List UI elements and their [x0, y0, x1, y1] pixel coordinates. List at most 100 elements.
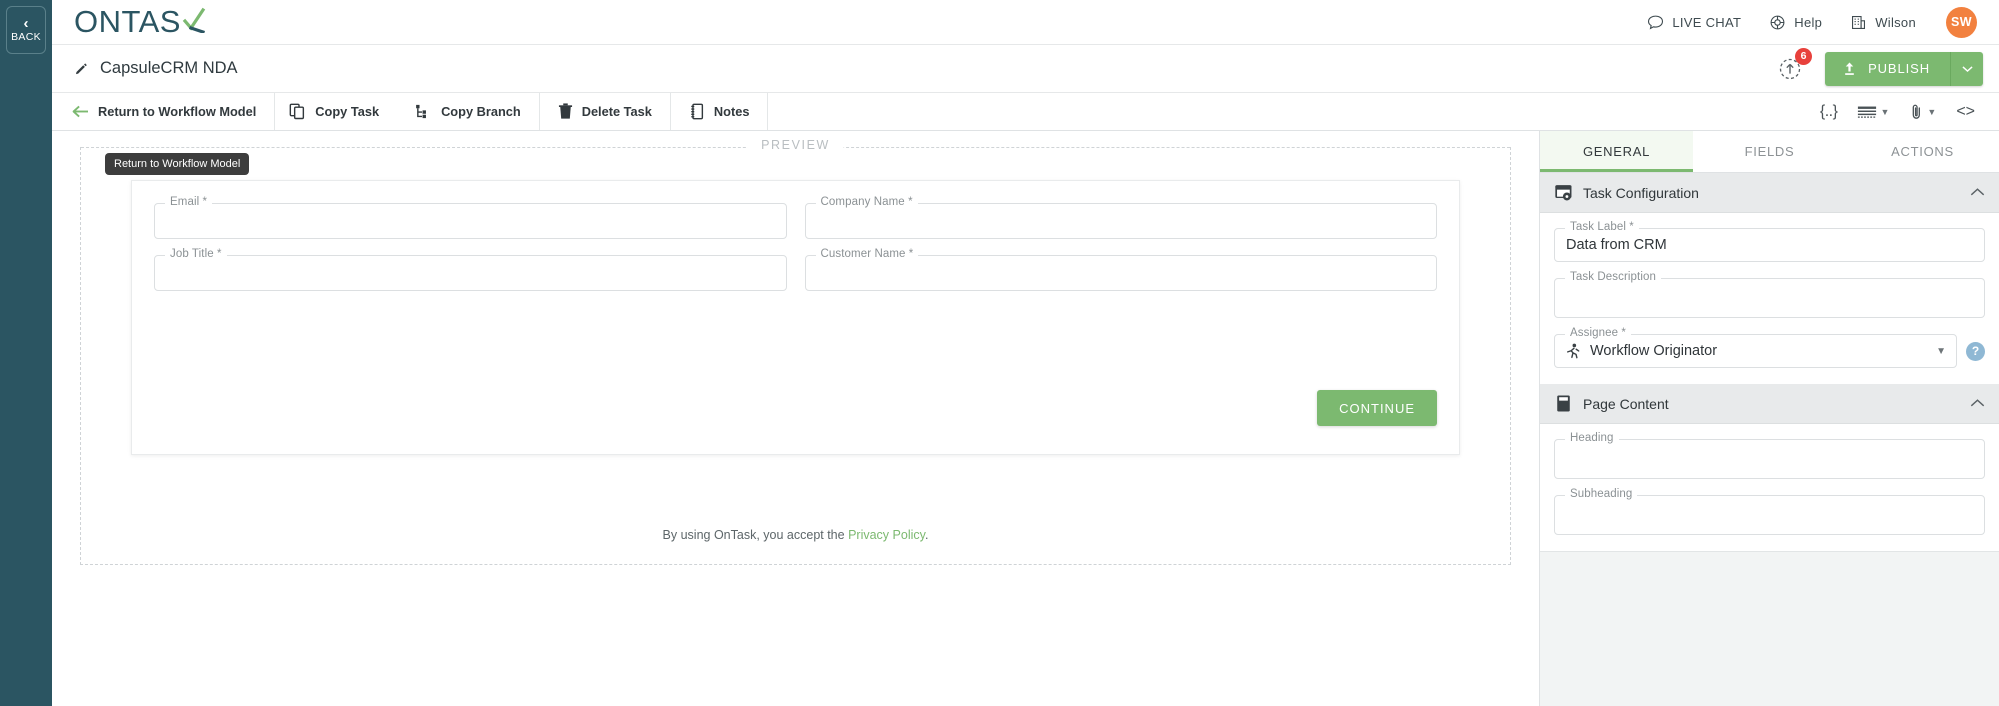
copy-icon	[289, 103, 306, 120]
branch-icon	[415, 103, 432, 120]
publish-label: PUBLISH	[1868, 61, 1930, 76]
assignee-help-icon[interactable]: ?	[1966, 341, 1985, 361]
chevron-up-icon[interactable]	[1970, 186, 1985, 200]
paperclip-icon	[1909, 103, 1924, 121]
heading-input[interactable]	[1554, 439, 1985, 479]
live-chat-label: LIVE CHAT	[1672, 14, 1742, 30]
assignee-field[interactable]: Workflow Originator ▼ Assignee *	[1554, 327, 1957, 368]
publish-dropdown-caret[interactable]	[1950, 51, 1983, 86]
tab-fields[interactable]: FIELDS	[1693, 131, 1846, 172]
chevron-down-icon	[1961, 65, 1973, 72]
code-view-button[interactable]: <>	[1948, 93, 1983, 130]
json-braces-icon[interactable]: {..}	[1812, 93, 1846, 130]
page-content-header[interactable]: Page Content	[1540, 384, 1999, 424]
preview-form-right-column: Company Name * Customer Name *	[804, 196, 1437, 291]
job-title-field[interactable]: Job Title *	[154, 248, 787, 291]
preview-frame: PREVIEW Return to Workflow Model Email *	[80, 138, 1511, 565]
pending-changes-button[interactable]: 6	[1777, 47, 1813, 82]
legal-text: By using OnTask, you accept the Privacy …	[81, 528, 1510, 542]
customer-name-field[interactable]: Customer Name *	[804, 248, 1437, 291]
arrow-left-icon	[72, 104, 89, 119]
task-description-input[interactable]	[1554, 278, 1985, 318]
tab-general[interactable]: GENERAL	[1540, 131, 1693, 172]
copy-button-group: Copy Task Copy Branch	[275, 93, 540, 130]
continue-button[interactable]: CONTINUE	[1317, 390, 1437, 426]
company-name-input[interactable]	[804, 203, 1437, 239]
help-button[interactable]: Help	[1769, 14, 1822, 31]
task-label-field[interactable]: Data from CRM Task Label *	[1554, 221, 1985, 262]
logo-text: ONTAS	[74, 4, 181, 39]
chevron-down-icon: ▼	[1880, 106, 1890, 117]
delete-task-button[interactable]: Delete Task	[540, 93, 671, 130]
body-split: PREVIEW Return to Workflow Model Email *	[52, 131, 1999, 706]
delete-task-label: Delete Task	[581, 104, 652, 119]
publish-button-group: PUBLISH	[1825, 51, 1983, 86]
task-label-value: Data from CRM	[1566, 237, 1667, 253]
notes-label: Notes	[713, 104, 750, 119]
notes-button[interactable]: Notes	[671, 93, 769, 130]
organization-label: Wilson	[1875, 14, 1916, 30]
layout-rows-icon	[1857, 104, 1877, 120]
legal-suffix: .	[924, 528, 929, 542]
heading-field[interactable]: Heading	[1554, 432, 1985, 479]
privacy-policy-link[interactable]: Privacy Policy	[848, 528, 925, 542]
user-avatar[interactable]: SW	[1946, 6, 1977, 38]
return-to-workflow-model-label: Return to Workflow Model	[98, 104, 257, 119]
company-name-field[interactable]: Company Name *	[804, 196, 1437, 239]
preview-pane: PREVIEW Return to Workflow Model Email *	[52, 131, 1539, 706]
layout-rows-button[interactable]: ▼	[1849, 93, 1897, 130]
preview-border-left	[81, 147, 796, 148]
customer-name-field-label: Customer Name *	[815, 248, 919, 260]
return-to-workflow-model-button[interactable]: Return to Workflow Model	[58, 93, 276, 130]
subheading-field[interactable]: Subheading	[1554, 488, 1985, 535]
runner-icon	[1565, 343, 1581, 360]
attachment-button[interactable]: ▼	[1901, 93, 1944, 130]
left-rail: ‹ BACK	[0, 0, 52, 706]
task-configuration-body: Data from CRM Task Label * Task Descript…	[1540, 213, 1999, 384]
email-field[interactable]: Email *	[154, 196, 787, 239]
organization-button[interactable]: Wilson	[1850, 14, 1916, 31]
customer-name-input[interactable]	[804, 255, 1437, 291]
logo-k-check-icon	[182, 5, 206, 41]
chevron-up-icon[interactable]	[1970, 397, 1985, 411]
copy-branch-label: Copy Branch	[441, 104, 521, 119]
top-header: ONTAS LIVE CHAT Help Wilson SW	[52, 0, 1999, 45]
task-label-input[interactable]: Data from CRM	[1554, 228, 1985, 262]
preview-legend: PREVIEW	[747, 138, 844, 152]
task-configuration-header[interactable]: Task Configuration	[1540, 173, 1999, 213]
notebook-icon	[689, 103, 705, 120]
title-row: CapsuleCRM NDA 6 PUBLISH	[52, 45, 1999, 93]
assignee-select[interactable]: Workflow Originator ▼	[1554, 334, 1957, 368]
task-label-label: Task Label *	[1565, 221, 1639, 233]
page-icon	[1554, 394, 1573, 413]
job-title-input[interactable]	[154, 255, 787, 291]
assignee-row: Workflow Originator ▼ Assignee * ?	[1554, 327, 1985, 368]
chat-bubble-icon	[1647, 14, 1664, 31]
tab-actions[interactable]: ACTIONS	[1846, 131, 1999, 172]
properties-panel-filler	[1540, 551, 1999, 706]
legal-prefix: By using OnTask, you accept the	[662, 528, 849, 542]
task-description-field[interactable]: Task Description	[1554, 271, 1985, 318]
chevron-down-icon: ▼	[1936, 345, 1946, 357]
chevron-left-icon: ‹	[23, 15, 29, 32]
task-configuration-title: Task Configuration	[1583, 184, 1699, 201]
live-chat-button[interactable]: LIVE CHAT	[1647, 14, 1741, 31]
preview-border-right	[795, 147, 1510, 148]
copy-task-button[interactable]: Copy Task	[275, 93, 397, 130]
pencil-icon[interactable]	[74, 61, 89, 76]
window-gear-icon	[1554, 183, 1573, 202]
properties-tabs: GENERAL FIELDS ACTIONS	[1540, 131, 1999, 173]
copy-branch-button[interactable]: Copy Branch	[397, 93, 539, 130]
copy-task-label: Copy Task	[315, 104, 380, 119]
back-button[interactable]: ‹ BACK	[6, 6, 46, 54]
subheading-input[interactable]	[1554, 495, 1985, 535]
return-to-workflow-model-tooltip: Return to Workflow Model	[105, 153, 250, 175]
publish-button[interactable]: PUBLISH	[1825, 51, 1950, 86]
email-input[interactable]	[154, 203, 787, 239]
json-braces-glyph: {..}	[1819, 102, 1838, 120]
heading-label: Heading	[1565, 432, 1619, 444]
app-root: ‹ BACK ONTAS LIVE CHAT Help Wilson SW Ca…	[0, 0, 1999, 706]
toolbar-right-icons: {..} ▼ ▼ <>	[1812, 93, 1999, 130]
ontask-logo[interactable]: ONTAS	[74, 4, 206, 40]
